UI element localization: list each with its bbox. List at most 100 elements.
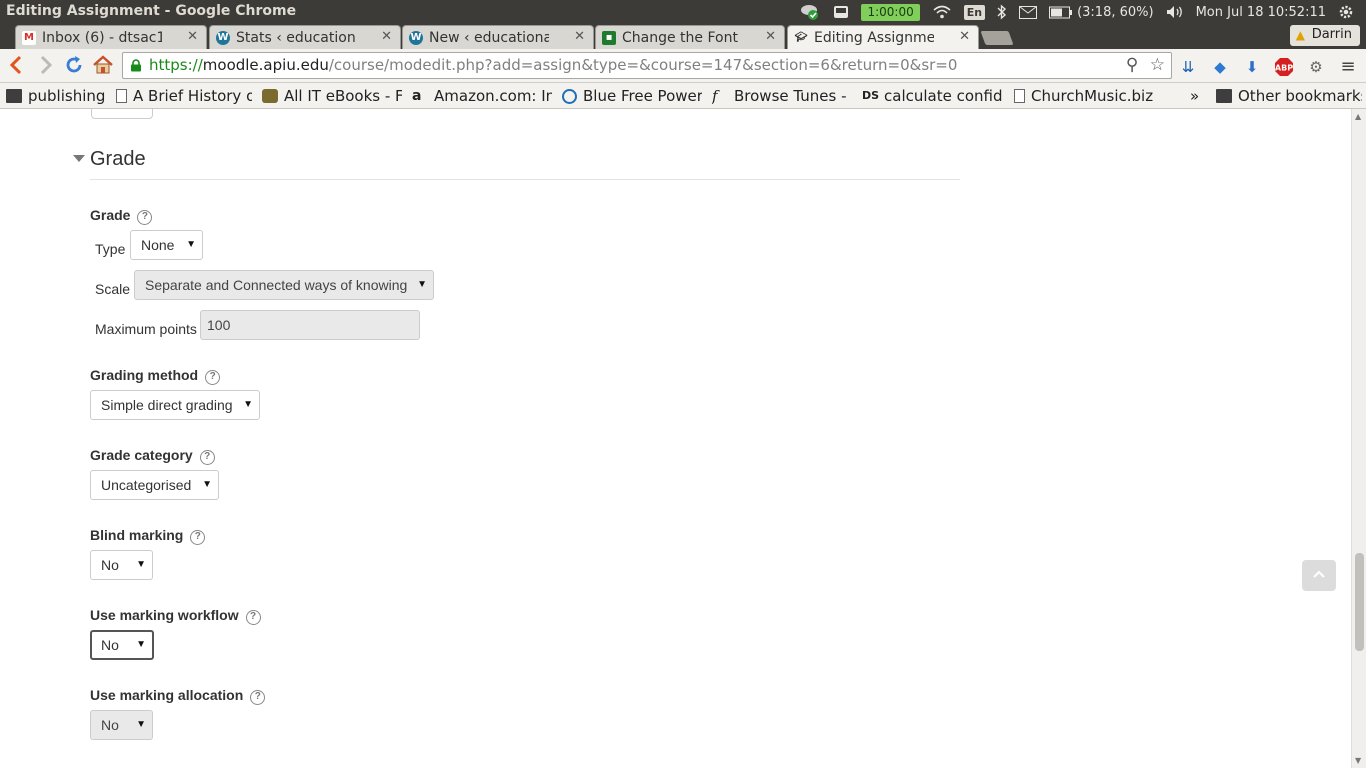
grade-label: Grade? <box>90 207 153 225</box>
grade-section-header[interactable]: Grade <box>73 148 146 171</box>
bookmark-label: ChurchMusic.biz <box>1031 87 1154 105</box>
bookmark-brief-history[interactable]: A Brief History of <box>116 86 252 106</box>
tab-stats[interactable]: W Stats ‹ educational re ✕ <box>209 25 401 49</box>
scroll-down-arrow-icon[interactable]: ▼ <box>1355 756 1361 765</box>
bookmark-calculate-confidence[interactable]: DS calculate confide <box>862 86 1002 106</box>
help-icon[interactable]: ? <box>245 610 261 625</box>
forward-button[interactable] <box>35 55 57 77</box>
bookmark-publishing[interactable]: publishing <box>6 86 106 106</box>
maximum-points-label: Maximum points <box>95 321 197 337</box>
address-bar[interactable]: https://moodle.apiu.edu/course/modedit.p… <box>122 52 1172 79</box>
download-arrow-extension-icon[interactable]: ⬇ <box>1242 57 1262 77</box>
tab-label: New ‹ educational re <box>429 29 549 46</box>
tab-new-post[interactable]: W New ‹ educational re ✕ <box>402 25 594 49</box>
bookmark-churchmusic[interactable]: ChurchMusic.biz <box>1014 86 1154 106</box>
marking-allocation-select[interactable]: No ▼ <box>90 710 153 740</box>
maximum-points-input[interactable]: 100 <box>200 310 420 340</box>
mail-icon[interactable] <box>1019 5 1038 19</box>
marking-workflow-select[interactable]: No ▼ <box>90 630 154 660</box>
scrollbar-thumb[interactable] <box>1355 553 1364 651</box>
amazon-icon: a <box>412 88 422 104</box>
page-icon <box>116 89 127 103</box>
new-tab-button[interactable] <box>980 31 1014 45</box>
bookmark-label: A Brief History of <box>133 87 252 105</box>
close-tab-icon[interactable]: ✕ <box>381 29 392 44</box>
more-bookmarks-chevron[interactable]: » <box>1190 86 1204 106</box>
globe-icon <box>562 88 577 104</box>
bookmark-blue-free-powerpoint[interactable]: Blue Free PowerP <box>562 86 702 106</box>
ds-icon: DS <box>862 89 880 102</box>
reload-button[interactable] <box>63 55 85 77</box>
keyboard-layout-indicator[interactable]: En <box>963 4 986 20</box>
chevron-up-icon <box>1313 570 1325 578</box>
battery-text: (3:18, 60%) <box>1077 4 1154 20</box>
terminal-icon[interactable] <box>833 5 849 19</box>
bookmark-other-bookmarks[interactable]: Other bookmarks <box>1216 86 1362 106</box>
grade-category-select[interactable]: Uncategorised ▼ <box>90 470 219 500</box>
tab-inbox[interactable]: M Inbox (6) - dtsac1880 ✕ <box>15 25 207 49</box>
lock-icon[interactable] <box>130 59 142 72</box>
grade-type-select[interactable]: None ▼ <box>130 230 203 260</box>
omnibox-actions: ⚲ ☆ <box>1126 53 1165 78</box>
help-icon[interactable]: ? <box>205 370 221 385</box>
dropbox-extension-icon[interactable]: ◆ <box>1210 57 1230 77</box>
previous-field-partial[interactable] <box>91 109 153 119</box>
blind-marking-select[interactable]: No ▼ <box>90 550 153 580</box>
adblock-extension-icon[interactable]: ABP <box>1274 57 1294 77</box>
close-tab-icon[interactable]: ✕ <box>187 29 198 44</box>
key-icon[interactable]: ⚲ <box>1126 55 1138 75</box>
back-arrow-icon <box>9 55 22 75</box>
bookmark-label: Other bookmarks <box>1238 87 1362 105</box>
close-tab-icon[interactable]: ✕ <box>959 29 970 44</box>
grade-label-text: Grade <box>90 207 131 223</box>
help-icon[interactable]: ? <box>250 690 266 705</box>
section-title: Grade <box>90 148 146 170</box>
bookmark-all-it-ebooks[interactable]: All IT eBooks - Fre <box>262 86 402 106</box>
moodle-icon: 🎓︎ <box>794 32 808 43</box>
gmail-icon: M <box>22 31 36 45</box>
tab-editing-assignment[interactable]: 🎓︎ Editing Assignment ✕ <box>787 25 979 49</box>
window-title: Editing Assignment - Google Chrome <box>6 3 297 19</box>
bluetooth-icon[interactable] <box>997 4 1007 20</box>
page-scrollbar[interactable]: ▲ ▼ <box>1351 109 1366 768</box>
type-label: Type <box>95 241 126 257</box>
select-value: No <box>101 557 119 573</box>
chrome-menu-icon[interactable]: ≡ <box>1338 57 1358 77</box>
select-value: Uncategorised <box>101 477 192 493</box>
folder-icon <box>1216 89 1232 103</box>
close-tab-icon[interactable]: ✕ <box>765 29 776 44</box>
cloud-sync-icon[interactable] <box>799 2 821 22</box>
grade-scale-select[interactable]: Separate and Connected ways of knowing ▼ <box>134 270 434 300</box>
back-to-top-button[interactable] <box>1302 560 1336 591</box>
help-icon[interactable]: ? <box>199 450 215 465</box>
close-tab-icon[interactable]: ✕ <box>574 29 585 44</box>
tab-label: Stats ‹ educational re <box>236 29 356 46</box>
folder-icon <box>6 89 22 103</box>
clock[interactable]: Mon Jul 18 10:52:11 <box>1196 5 1326 20</box>
profile-button[interactable]: ▲ Darrin <box>1289 25 1360 46</box>
help-icon[interactable]: ? <box>137 210 153 225</box>
download-extension-icon[interactable]: ⇊ <box>1178 57 1198 77</box>
warning-icon: ▲ <box>1295 28 1305 42</box>
select-value: Simple direct grading <box>101 397 233 413</box>
tab-change-font-size[interactable]: ▪ Change the Font Size ✕ <box>595 25 785 49</box>
tools-extension-icon[interactable]: ⚙ <box>1306 57 1326 77</box>
dropdown-arrow-icon: ▼ <box>136 719 146 730</box>
bookmark-amazon[interactable]: a Amazon.com: In t <box>412 86 552 106</box>
tab-label: Editing Assignment <box>814 29 934 46</box>
battery-indicator[interactable]: (3:18, 60%) <box>1049 5 1154 20</box>
back-button[interactable] <box>5 55 27 77</box>
grading-method-select[interactable]: Simple direct grading ▼ <box>90 390 260 420</box>
home-button[interactable] <box>92 55 114 77</box>
url-host: moodle.apiu.edu <box>202 56 329 74</box>
dropdown-arrow-icon: ▼ <box>417 279 427 290</box>
volume-icon[interactable] <box>1166 5 1184 19</box>
help-icon[interactable]: ? <box>190 530 206 545</box>
timer-indicator[interactable]: 1:00:00 <box>861 3 920 21</box>
scroll-up-arrow-icon[interactable]: ▲ <box>1355 112 1361 121</box>
bookmark-browse-tunes[interactable]: f Browse Tunes - Fr <box>712 86 852 106</box>
wifi-icon[interactable] <box>932 5 952 19</box>
settings-gear-icon[interactable] <box>1338 4 1354 20</box>
bookmark-star-icon[interactable]: ☆ <box>1150 55 1165 75</box>
bookmarks-bar: publishing A Brief History of All IT eBo… <box>0 83 1366 109</box>
